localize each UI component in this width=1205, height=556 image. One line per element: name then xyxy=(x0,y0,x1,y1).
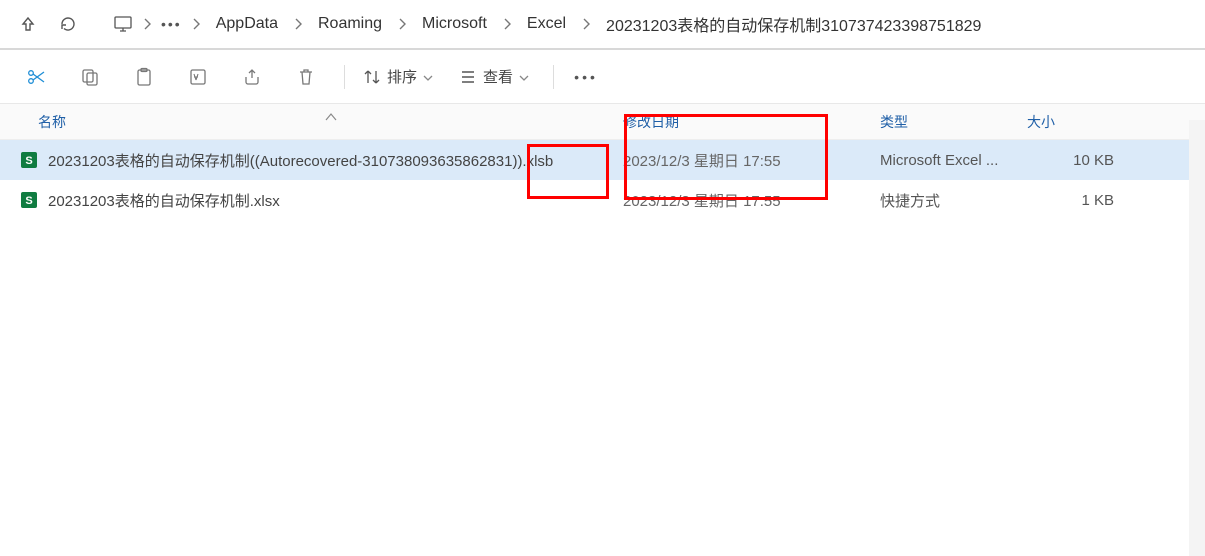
cell-date: 2023/12/3 星期日 17:55 xyxy=(605,190,875,211)
arrow-up-icon xyxy=(20,16,36,32)
view-label: 查看 xyxy=(483,66,513,87)
separator xyxy=(344,65,345,89)
breadcrumb-item[interactable]: Microsoft xyxy=(416,11,493,37)
breadcrumb-item[interactable]: 20231203表格的自动保存机制310737423398751829 xyxy=(600,8,987,40)
cell-type: 快捷方式 xyxy=(875,190,1023,211)
table-row[interactable]: S 20231203表格的自动保存机制((Autorecovered-310738… xyxy=(0,140,1205,180)
table-row[interactable]: S 20231203表格的自动保存机制.xlsx 2023/12/3 星期日 17:… xyxy=(0,180,1205,220)
pc-icon[interactable] xyxy=(113,14,133,34)
cell-size: 1 KB xyxy=(1023,192,1138,209)
cell-size: 10 KB xyxy=(1023,152,1138,169)
file-name: 20231203表格的自动保存机制((Autorecovered-3107380… xyxy=(48,150,553,171)
cut-button[interactable] xyxy=(12,57,60,97)
rename-icon xyxy=(188,67,208,87)
share-icon xyxy=(242,67,262,87)
breadcrumb-item[interactable]: Roaming xyxy=(312,11,388,37)
chevron-right-icon[interactable] xyxy=(493,18,521,30)
cell-name: S 20231203表格的自动保存机制((Autorecovered-310738… xyxy=(0,150,605,171)
scrollbar[interactable] xyxy=(1189,120,1205,556)
col-header-name[interactable]: 名称 xyxy=(0,112,605,132)
excel-file-icon: S xyxy=(20,191,38,209)
chevron-down-icon xyxy=(423,68,439,85)
chevron-right-icon[interactable] xyxy=(284,18,312,30)
chevron-down-icon xyxy=(519,68,535,85)
col-header-type[interactable]: 类型 xyxy=(875,112,1023,132)
cell-type: Microsoft Excel ... xyxy=(875,152,1023,169)
cell-name: S 20231203表格的自动保存机制.xlsx xyxy=(0,190,605,211)
sort-dropdown[interactable]: 排序 xyxy=(353,57,449,97)
more-button[interactable]: ••• xyxy=(562,57,610,97)
chevron-right-icon[interactable] xyxy=(572,18,600,30)
clipboard-icon xyxy=(134,67,154,87)
sort-asc-icon xyxy=(325,108,337,124)
trash-icon xyxy=(296,67,316,87)
sort-label: 排序 xyxy=(387,66,417,87)
delete-button[interactable] xyxy=(282,57,330,97)
toolbar: 排序 查看 ••• xyxy=(0,50,1205,104)
copy-icon xyxy=(80,67,100,87)
rename-button[interactable] xyxy=(174,57,222,97)
chevron-right-icon[interactable] xyxy=(133,18,161,30)
svg-text:S: S xyxy=(25,195,32,207)
col-name-label: 名称 xyxy=(38,112,66,132)
excel-file-icon: S xyxy=(20,151,38,169)
copy-button[interactable] xyxy=(66,57,114,97)
separator xyxy=(553,65,554,89)
sort-icon xyxy=(363,68,381,86)
nav-refresh-button[interactable] xyxy=(48,4,88,44)
nav-up-button[interactable] xyxy=(8,4,48,44)
breadcrumb: ••• AppData Roaming Microsoft Excel 2023… xyxy=(88,8,1197,40)
nav-bar: ••• AppData Roaming Microsoft Excel 2023… xyxy=(0,0,1205,50)
col-header-date[interactable]: 修改日期 xyxy=(605,112,875,132)
col-header-size[interactable]: 大小 xyxy=(1023,112,1138,132)
ellipsis-icon[interactable]: ••• xyxy=(161,16,182,32)
file-list: S 20231203表格的自动保存机制((Autorecovered-310738… xyxy=(0,140,1205,220)
paste-button[interactable] xyxy=(120,57,168,97)
cell-date: 2023/12/3 星期日 17:55 xyxy=(605,150,875,171)
share-button[interactable] xyxy=(228,57,276,97)
refresh-icon xyxy=(59,15,77,33)
list-icon xyxy=(459,68,477,86)
breadcrumb-item[interactable]: Excel xyxy=(521,11,572,37)
chevron-right-icon[interactable] xyxy=(182,18,210,30)
scissors-icon xyxy=(26,67,46,87)
column-headers: 名称 修改日期 类型 大小 xyxy=(0,104,1205,140)
view-dropdown[interactable]: 查看 xyxy=(449,57,545,97)
svg-text:S: S xyxy=(25,155,32,167)
chevron-right-icon[interactable] xyxy=(388,18,416,30)
file-name: 20231203表格的自动保存机制.xlsx xyxy=(48,190,280,211)
breadcrumb-item[interactable]: AppData xyxy=(210,11,284,37)
